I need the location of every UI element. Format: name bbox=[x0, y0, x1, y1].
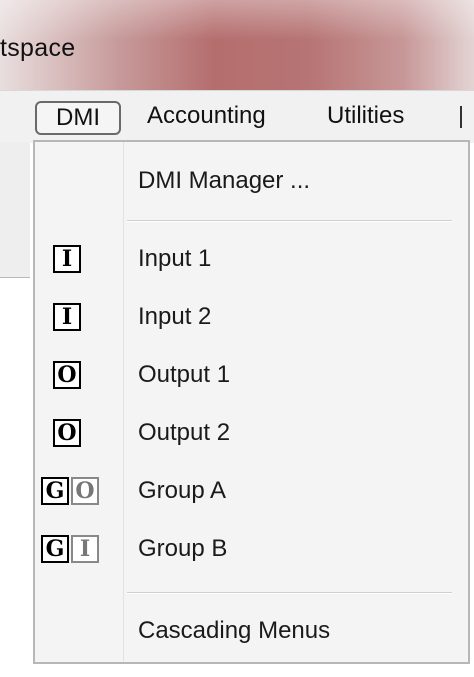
input-icon: I bbox=[53, 303, 81, 331]
menu-item-dmi-manager[interactable]: DMI Manager ... bbox=[35, 154, 468, 208]
menu-separator bbox=[127, 220, 452, 222]
menu-item-group-a[interactable]: G O Group A bbox=[35, 464, 468, 518]
menu-item-cascading-menus[interactable]: Cascading Menus bbox=[35, 604, 468, 658]
dmi-dropdown-menu: DMI Manager ... I Input 1 I Input 2 O Ou… bbox=[33, 140, 470, 664]
menu-dmi[interactable]: DMI bbox=[35, 101, 121, 135]
output-icon: O bbox=[71, 477, 99, 505]
menu-bar: DMI Accounting Utilities bbox=[0, 90, 474, 143]
menu-item-group-b[interactable]: G I Group B bbox=[35, 522, 468, 576]
menu-item-label: Input 1 bbox=[138, 245, 212, 272]
output-icon: O bbox=[53, 419, 81, 447]
input-icon: I bbox=[53, 245, 81, 273]
menu-item-input-1[interactable]: I Input 1 bbox=[35, 232, 468, 286]
menu-item-output-1[interactable]: O Output 1 bbox=[35, 348, 468, 402]
group-icon: G bbox=[41, 477, 69, 505]
menu-separator bbox=[127, 592, 452, 594]
background-panel bbox=[0, 142, 30, 278]
menu-item-label: Group B bbox=[138, 535, 228, 562]
menu-overflow-edge bbox=[460, 106, 466, 128]
menu-utilities[interactable]: Utilities bbox=[327, 101, 404, 131]
menu-item-label: Group A bbox=[138, 477, 227, 504]
menu-item-label: Output 1 bbox=[138, 361, 231, 388]
input-icon: I bbox=[71, 535, 99, 563]
title-bar[interactable]: tspace bbox=[0, 0, 474, 90]
menu-item-input-2[interactable]: I Input 2 bbox=[35, 290, 468, 344]
menu-accounting[interactable]: Accounting bbox=[147, 101, 266, 131]
menu-item-label: Cascading Menus bbox=[138, 617, 331, 644]
output-icon: O bbox=[53, 361, 81, 389]
group-icon: G bbox=[41, 535, 69, 563]
app-window: tspace DMI Accounting Utilities DMI Mana… bbox=[0, 0, 474, 677]
menu-item-label: Output 2 bbox=[138, 419, 231, 446]
menu-item-label: DMI Manager ... bbox=[138, 167, 311, 194]
menu-item-label: Input 2 bbox=[138, 303, 212, 330]
menu-item-output-2[interactable]: O Output 2 bbox=[35, 406, 468, 460]
menu-icon-gutter bbox=[35, 142, 124, 662]
window-title: tspace bbox=[0, 34, 76, 62]
